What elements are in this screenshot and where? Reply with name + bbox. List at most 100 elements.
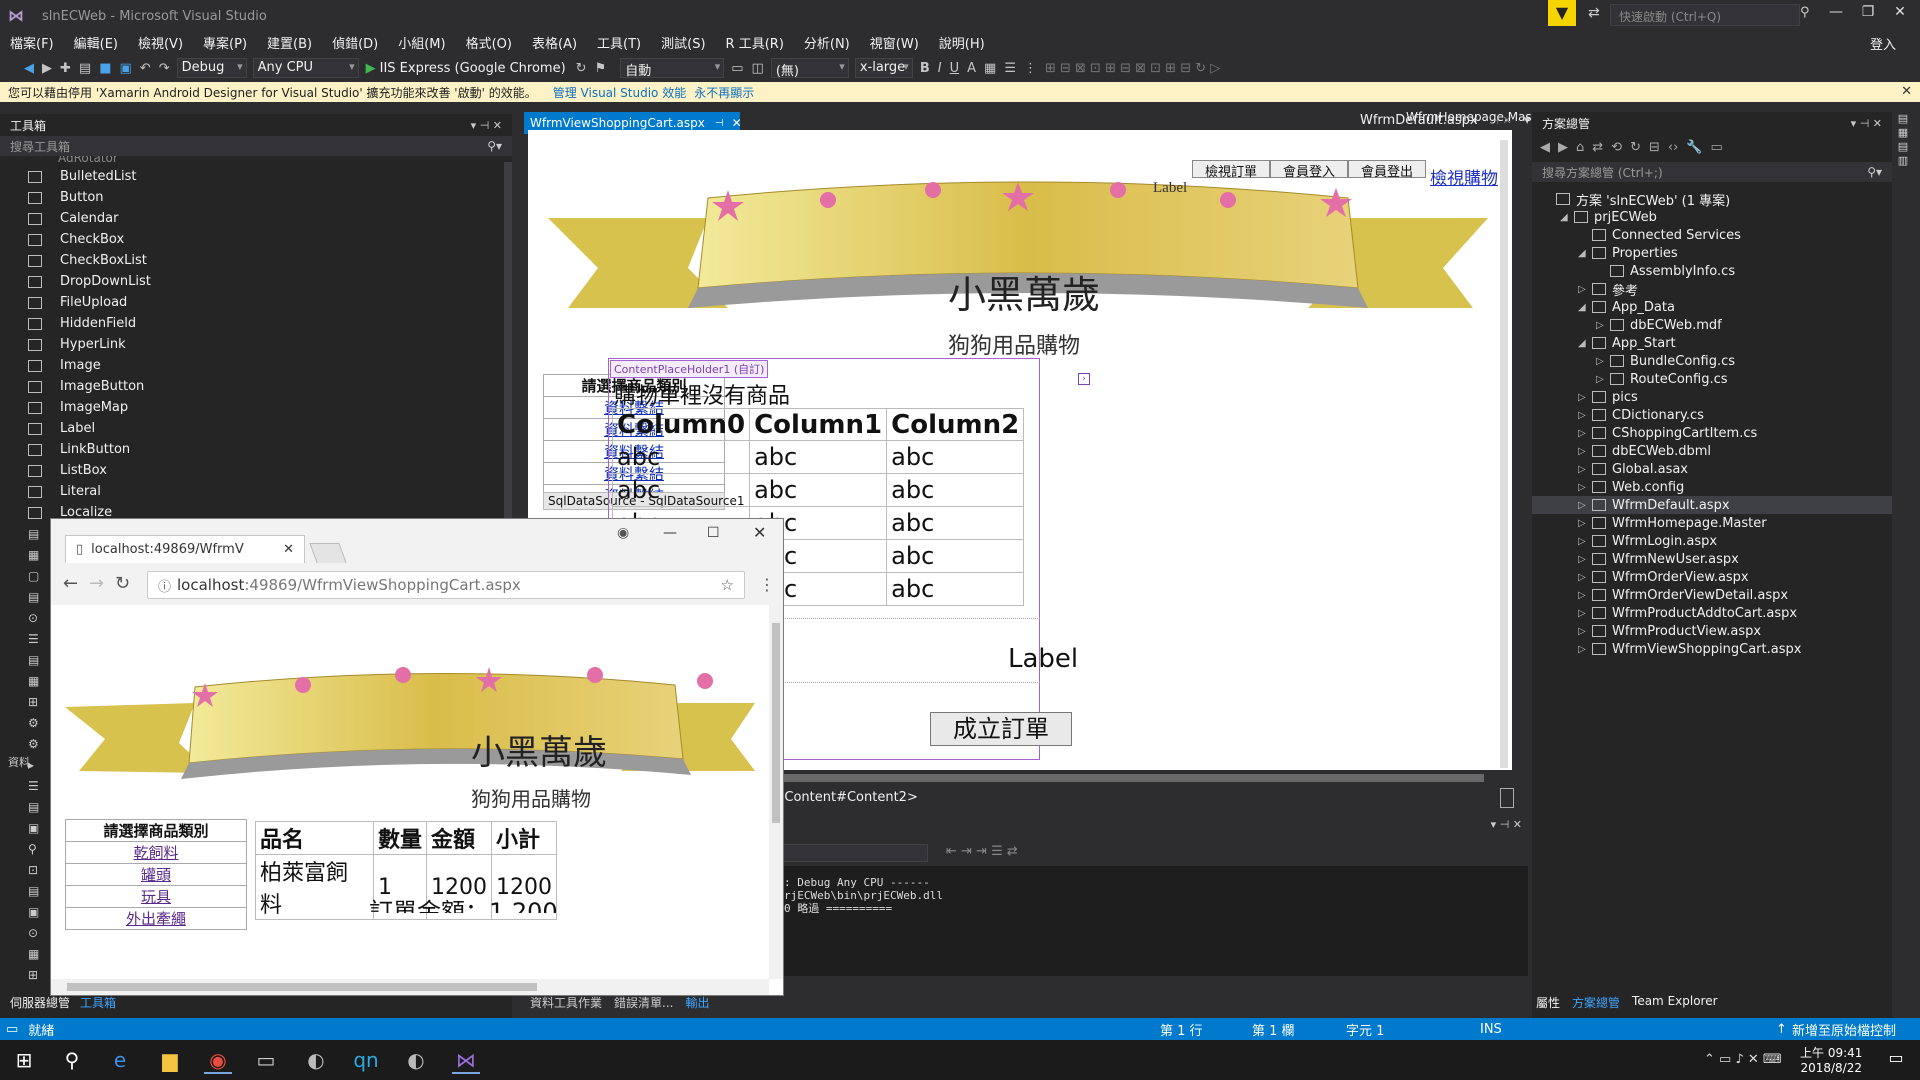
properties-tab[interactable]: 屬性 [1536, 994, 1560, 1014]
expand-arrow-icon[interactable]: ▷ [1578, 626, 1592, 637]
tree-item[interactable]: ◢ App_Data [1532, 298, 1892, 316]
close-button[interactable]: ✕ [1886, 4, 1914, 20]
expand-arrow-icon[interactable]: ◢ [1578, 302, 1592, 313]
search-icon[interactable]: ⚲ [58, 1048, 86, 1074]
publish-icon[interactable]: ↑ [1776, 1022, 1787, 1037]
refresh-icon[interactable]: ↻ [1630, 140, 1641, 155]
search-icon[interactable]: ⚲▾ [487, 139, 502, 153]
bullets-icon[interactable]: ⋮ [1024, 61, 1037, 76]
expand-arrow-icon[interactable]: ▷ [1578, 554, 1592, 565]
output-pane-controls[interactable]: ▾ ⊣ ✕ [1491, 818, 1522, 831]
tag-breadcrumb[interactable]: :Content#Content2> [780, 790, 918, 805]
expand-arrow-icon[interactable]: ▷ [1596, 356, 1610, 367]
browser-link-icon[interactable]: ⚑ [595, 61, 607, 76]
toolbox-item[interactable]: Calendar [0, 208, 512, 229]
bold-button[interactable]: B [920, 61, 930, 76]
tree-item[interactable]: ▷ dbECWeb.mdf [1532, 316, 1892, 334]
expand-arrow-icon[interactable]: ▷ [1596, 320, 1610, 331]
data-tools-tab[interactable]: 資料工具作業 [530, 994, 602, 1011]
expand-arrow-icon[interactable]: ▷ [1578, 500, 1592, 511]
tree-item[interactable]: ◢ Properties [1532, 244, 1892, 262]
tree-item[interactable]: ▷ WfrmOrderViewDetail.aspx [1532, 586, 1892, 604]
new-tab-button[interactable] [309, 543, 347, 563]
block-format-dropdown[interactable]: 自動 [620, 58, 725, 79]
tree-item[interactable]: ◢ App_Start [1532, 334, 1892, 352]
error-list-tab[interactable]: 錯誤清單... [614, 994, 673, 1011]
visual-studio-icon[interactable]: ⋈ [452, 1048, 480, 1074]
tree-item[interactable]: ▷ WfrmDefault.aspx [1532, 496, 1892, 514]
align-icon[interactable]: ☰ [1004, 61, 1016, 76]
qn-app-icon[interactable]: qn [352, 1048, 380, 1074]
tree-item[interactable]: 方案 'slnECWeb' (1 專案) [1532, 190, 1892, 209]
menu-window[interactable]: 視窗(W) [870, 33, 919, 52]
browser-back-icon[interactable]: ← [63, 573, 78, 594]
toolbox-item[interactable]: Label [0, 418, 512, 439]
toolbox-item[interactable]: Image [0, 355, 512, 376]
bookmark-star-icon[interactable]: ☆ [721, 576, 734, 594]
undo-icon[interactable]: ↶ [140, 61, 151, 76]
solution-explorer-tab[interactable]: 方案總管 [1572, 994, 1620, 1014]
close-tab-icon[interactable]: ✕ [732, 116, 742, 130]
server-explorer-tab[interactable]: 伺服器總管 [10, 994, 70, 1011]
category-link-dry-food[interactable]: 乾飼料 [133, 844, 178, 862]
toolbox-item[interactable]: Literal [0, 481, 512, 502]
underline-button[interactable]: U [950, 61, 960, 76]
notification-icon[interactable]: ▭ [1882, 1048, 1910, 1074]
search-icon[interactable]: ⚲ [1800, 5, 1810, 20]
solution-explorer-toolbar[interactable]: ◀ ▶ ⌂ ⇄ ⟲ ↻ ⊟ ‹› 🔧 ▭ [1532, 134, 1892, 160]
tree-item[interactable]: ▷ WfrmViewShoppingCart.aspx [1532, 640, 1892, 658]
never-show-link[interactable]: 永不再顯示 [694, 84, 754, 101]
start-target[interactable]: IIS Express (Google Chrome) [380, 61, 566, 76]
expand-arrow-icon[interactable]: ▷ [1578, 464, 1592, 475]
toolbox-item[interactable]: CheckBox [0, 229, 512, 250]
expand-arrow-icon[interactable]: ◢ [1560, 212, 1574, 223]
menu-view[interactable]: 檢視(V) [138, 33, 183, 52]
configuration-dropdown[interactable]: Debug [176, 58, 247, 78]
expand-arrow-icon[interactable]: ▷ [1578, 536, 1592, 547]
save-all-icon[interactable]: ▣ [120, 61, 132, 76]
category-link-canned[interactable]: 罐頭 [141, 866, 171, 884]
minimize-button[interactable]: — [1822, 4, 1850, 20]
toolbox-search-input[interactable]: 搜尋工具箱 ⚲▾ [0, 136, 512, 156]
notification-filter-icon[interactable]: ▼ [1548, 0, 1576, 26]
toolbox-item[interactable]: BulletedList [0, 166, 512, 187]
save-icon[interactable]: ■ [99, 61, 111, 76]
forward-icon[interactable]: ▶ [42, 61, 52, 76]
expand-arrow-icon[interactable]: ▷ [1596, 374, 1610, 385]
menu-edit[interactable]: 編輯(E) [74, 33, 118, 52]
menu-file[interactable]: 檔案(F) [10, 33, 54, 52]
toolbox-item[interactable]: DropDownList [0, 271, 512, 292]
refresh-icon[interactable]: ↻ [576, 61, 587, 76]
edge-icon[interactable]: e [106, 1048, 134, 1074]
tree-item[interactable]: ▷ 參考 [1532, 280, 1892, 299]
toolbox-item[interactable]: ImageMap [0, 397, 512, 418]
tree-item[interactable]: ▷ Global.asax [1532, 460, 1892, 478]
tree-item[interactable]: ▷ WfrmHomepage.Master [1532, 514, 1892, 532]
eclipse-icon[interactable]: ◐ [302, 1048, 330, 1074]
smart-tag-icon[interactable]: › [1078, 373, 1090, 385]
sign-in-link[interactable]: 登入 [1870, 34, 1896, 53]
tree-item[interactable]: ▷ pics [1532, 388, 1892, 406]
tree-item[interactable]: ▷ RouteConfig.cs [1532, 370, 1892, 388]
category-link-leash[interactable]: 外出牽繩 [126, 910, 186, 928]
toolbox-pane-controls[interactable]: ▾ ⊣ ✕ [471, 119, 502, 132]
menu-team[interactable]: 小組(M) [398, 33, 445, 52]
browser-vscrollbar[interactable] [769, 605, 783, 979]
font-size-dropdown[interactable]: x-large [854, 58, 913, 78]
redo-icon[interactable]: ↷ [159, 61, 170, 76]
tree-item[interactable]: ▷ WfrmProductView.aspx [1532, 622, 1892, 640]
toolbox-item[interactable]: LinkButton [0, 439, 512, 460]
manage-performance-link[interactable]: 管理 Visual Studio 效能 [553, 84, 687, 101]
toolbox-item[interactable]: CheckBoxList [0, 250, 512, 271]
sync-icon[interactable]: ⇄ [1592, 140, 1603, 155]
expand-arrow-icon[interactable]: ▷ [1578, 518, 1592, 529]
browser-close-button[interactable]: ✕ [753, 523, 766, 542]
new-project-icon[interactable]: ✚ [60, 61, 71, 76]
profile-icon[interactable]: ◉ [617, 525, 629, 541]
output-toolbar-icons[interactable]: ⇤ ⇥ ⇥ ☰ ⇄ [946, 844, 1018, 859]
platform-dropdown[interactable]: Any CPU [252, 58, 359, 78]
toolbox-item[interactable]: Button [0, 187, 512, 208]
member-login-button[interactable]: 會員登入 [1270, 160, 1348, 180]
tree-item[interactable]: ▷ CShoppingCartItem.cs [1532, 424, 1892, 442]
toolbox-item[interactable]: HyperLink [0, 334, 512, 355]
